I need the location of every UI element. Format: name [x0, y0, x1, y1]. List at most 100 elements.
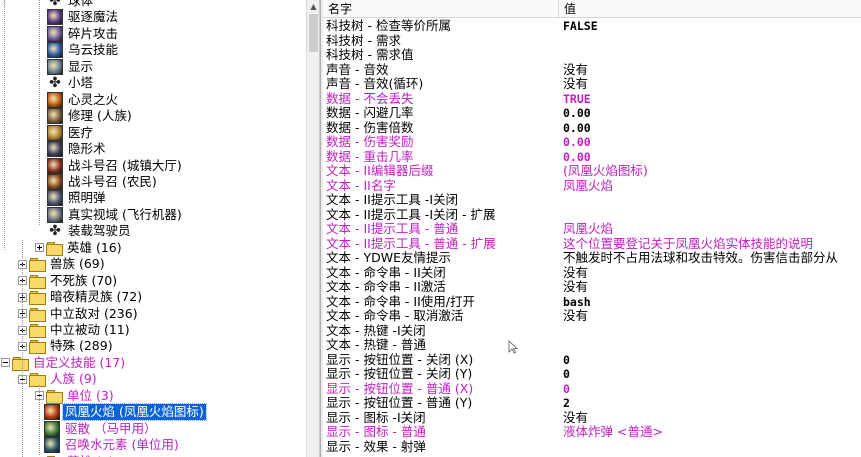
property-value[interactable]: 这个位置要登记关于凤凰火焰实体技能的说明: [559, 237, 813, 252]
property-row[interactable]: 文本 - II提示工具 - 普通 凤凰火焰: [323, 222, 861, 237]
expand-icon[interactable]: [35, 243, 44, 253]
tree-item[interactable]: 兽族 (69): [18, 256, 107, 273]
property-value[interactable]: [559, 193, 563, 208]
tree-item[interactable]: 隐形术: [47, 141, 108, 158]
property-row[interactable]: 声音 - 音效 没有: [323, 63, 861, 78]
column-header-value[interactable]: 值: [559, 0, 861, 18]
property-name: 声音 - 音效(循环): [326, 77, 424, 91]
property-value[interactable]: 没有: [559, 63, 588, 78]
tree-item[interactable]: 人族 (9): [18, 371, 99, 388]
tree-item[interactable]: 显示: [47, 58, 95, 75]
tree-item[interactable]: ✤ 球体: [47, 0, 95, 9]
tree-item[interactable]: 乌云技能: [47, 42, 120, 59]
property-value[interactable]: FALSE: [559, 19, 598, 34]
scroll-thumb[interactable]: [309, 14, 318, 52]
property-value[interactable]: 没有: [559, 266, 588, 281]
property-value[interactable]: 凤凰火焰: [559, 179, 613, 194]
property-value[interactable]: 0.00: [559, 150, 591, 165]
tree-item[interactable]: 修理 (人族): [47, 108, 134, 125]
tree-item[interactable]: 单位 (3): [35, 388, 116, 404]
tree-item[interactable]: 驱逐魔法: [47, 9, 120, 26]
tree-scrollbar[interactable]: ▲: [306, 0, 320, 457]
tree-item[interactable]: 凤凰火焰 (凤凰火焰图标): [44, 403, 207, 422]
property-row[interactable]: 文本 - 命令串 - 取消激活 没有: [323, 309, 861, 324]
tree-item[interactable]: 英雄 (16): [35, 240, 124, 256]
property-value[interactable]: 0: [559, 382, 570, 397]
tree-item[interactable]: 自定义技能 (17): [1, 355, 127, 371]
tree-item[interactable]: 心灵之火: [47, 91, 120, 108]
property-value[interactable]: [559, 48, 563, 63]
property-value[interactable]: [559, 324, 563, 339]
property-row[interactable]: 文本 - II提示工具 -I关闭 - 扩展: [323, 208, 861, 223]
property-value[interactable]: TRUE: [559, 92, 591, 107]
property-value[interactable]: 没有: [559, 77, 588, 92]
property-value[interactable]: 0.00: [559, 106, 591, 121]
property-value[interactable]: [559, 440, 563, 455]
tree-item-label: 单位 (3): [67, 387, 114, 403]
collapse-icon[interactable]: [1, 358, 10, 368]
ability-icon: [47, 206, 63, 223]
tree-item[interactable]: 碎片攻击: [47, 25, 120, 42]
property-value[interactable]: 液体炸弹 <普通>: [559, 425, 663, 440]
property-value[interactable]: 0: [559, 353, 570, 368]
property-value[interactable]: 2: [559, 396, 570, 411]
property-value[interactable]: 凤凰火焰: [559, 222, 613, 237]
property-row[interactable]: 显示 - 效果 - 射弹: [323, 440, 861, 455]
property-row[interactable]: 文本 - 热键 -I关闭: [323, 324, 861, 339]
tree-item[interactable]: 中立敌对 (236): [18, 306, 140, 322]
tree-item[interactable]: 暗夜精灵族 (72): [18, 289, 144, 306]
property-row[interactable]: 文本 - YDWE友情提示 不触发时不占用法球和攻击特效。伤害信击部分从: [323, 251, 861, 266]
property-row[interactable]: 显示 - 按钮位置 - 关闭 (Y) 0: [323, 367, 861, 382]
property-row[interactable]: 数据 - 伤害倍数 0.00: [323, 121, 861, 136]
property-row[interactable]: 文本 - 命令串 - II使用/打开 bash: [323, 295, 861, 310]
property-row[interactable]: 数据 - 闪避几率 0.00: [323, 106, 861, 121]
property-row[interactable]: 数据 - 伤害奖励 0.00: [323, 135, 861, 150]
tree-item[interactable]: 英雄 (4): [35, 454, 116, 457]
property-value[interactable]: 0.00: [559, 135, 591, 150]
tree-item[interactable]: 战斗号召 (农民): [47, 173, 159, 190]
property-row[interactable]: 文本 - II编辑器后缀 (凤凰火焰图标): [323, 164, 861, 179]
tree-item[interactable]: 驱散 （马甲用）: [44, 420, 158, 437]
property-row[interactable]: 文本 - 热键 - 普通: [323, 338, 861, 353]
property-row[interactable]: 显示 - 按钮位置 - 普通 (Y) 2: [323, 396, 861, 411]
tree-item[interactable]: 真实视域 (飞行机器): [47, 206, 184, 223]
tree-item[interactable]: 战斗号召 (城镇大厅): [47, 157, 184, 174]
property-value[interactable]: (凤凰火焰图标): [559, 164, 648, 179]
property-value[interactable]: 没有: [559, 280, 588, 295]
property-value[interactable]: 不触发时不占用法球和攻击特效。伤害信击部分从: [559, 251, 838, 266]
property-row[interactable]: 数据 - 重击几率 0.00: [323, 150, 861, 165]
tree-item[interactable]: 召唤水元素 (单位用): [44, 437, 181, 454]
property-value[interactable]: 0.00: [559, 121, 591, 136]
tree-item[interactable]: 不死族 (70): [18, 273, 119, 289]
scroll-up-arrow-icon[interactable]: ▲: [309, 2, 318, 11]
property-row[interactable]: 科技树 - 检查等价所属 FALSE: [323, 19, 861, 34]
property-row[interactable]: 显示 - 按钮位置 - 关闭 (X) 0: [323, 353, 861, 368]
tree-item[interactable]: 照明弹: [47, 190, 108, 207]
property-value[interactable]: [559, 208, 563, 223]
ability-tree[interactable]: ✤ 球体 驱逐魔法 碎片攻击 乌云技能 显示 ✤ 小塔 心灵之火 修理 (人族) 医疗 隐形术 战斗号召…: [0, 0, 306, 457]
property-row[interactable]: 科技树 - 需求: [323, 34, 861, 49]
tree-item[interactable]: ✤ 装载驾驶员: [47, 223, 133, 239]
property-value[interactable]: bash: [559, 295, 591, 310]
property-row[interactable]: 显示 - 按钮位置 - 普通 (X) 0: [323, 382, 861, 397]
tree-item[interactable]: ✤ 小塔: [47, 75, 95, 91]
property-row[interactable]: 文本 - II提示工具 -I关闭: [323, 193, 861, 208]
property-value[interactable]: 没有: [559, 411, 588, 426]
property-row[interactable]: 显示 - 图标 - 普通 液体炸弹 <普通>: [323, 425, 861, 440]
property-row[interactable]: 显示 - 图标 -I关闭 没有: [323, 411, 861, 426]
property-row[interactable]: 数据 - 不会丢失 TRUE: [323, 92, 861, 107]
property-row[interactable]: 文本 - 命令串 - II激活 没有: [323, 280, 861, 295]
property-row[interactable]: 文本 - II提示工具 - 普通 - 扩展 这个位置要登记关于凤凰火焰实体技能的说…: [323, 237, 861, 252]
property-value[interactable]: 0: [559, 367, 570, 382]
property-row[interactable]: 声音 - 音效(循环) 没有: [323, 77, 861, 92]
property-value[interactable]: [559, 338, 563, 353]
property-row[interactable]: 科技树 - 需求值: [323, 48, 861, 63]
tree-item[interactable]: 特殊 (289): [18, 338, 115, 355]
tree-item[interactable]: 中立被动 (11): [18, 322, 132, 338]
column-header-name[interactable]: 名字: [323, 0, 559, 18]
property-value[interactable]: 没有: [559, 309, 588, 324]
property-row[interactable]: 文本 - II名字 凤凰火焰: [323, 179, 861, 194]
property-value[interactable]: [559, 34, 563, 49]
property-row[interactable]: 文本 - 命令串 - II关闭 没有: [323, 266, 861, 281]
tree-item[interactable]: 医疗: [47, 124, 95, 141]
